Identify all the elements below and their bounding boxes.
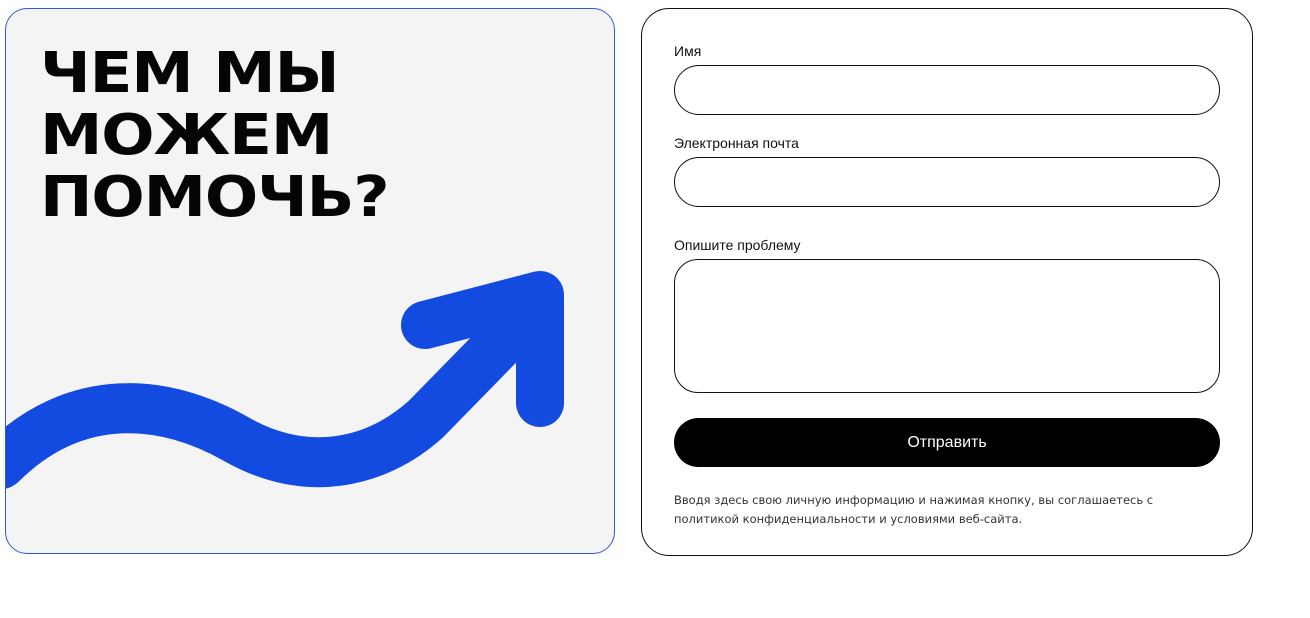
email-field[interactable]: [674, 157, 1220, 207]
problem-textarea[interactable]: [674, 259, 1220, 393]
email-label: Электронная почта: [674, 135, 799, 151]
promo-card: ЧЕМ МЫ МОЖЕМ ПОМОЧЬ?: [5, 8, 615, 554]
privacy-disclaimer: Вводя здесь свою личную информацию и наж…: [674, 493, 1154, 526]
contact-form: Имя Электронная почта Опишите проблему О…: [641, 8, 1253, 556]
headline-line: МОЖЕМ: [40, 103, 333, 168]
headline-line: ЧЕМ МЫ: [40, 41, 340, 106]
submit-button[interactable]: Отправить: [674, 418, 1220, 467]
problem-label: Опишите проблему: [674, 237, 801, 253]
name-field[interactable]: [674, 65, 1220, 115]
name-label: Имя: [674, 43, 702, 59]
headline-line: ПОМОЧЬ?: [40, 165, 390, 230]
page-title: ЧЕМ МЫ МОЖЕМ ПОМОЧЬ?: [40, 41, 390, 230]
